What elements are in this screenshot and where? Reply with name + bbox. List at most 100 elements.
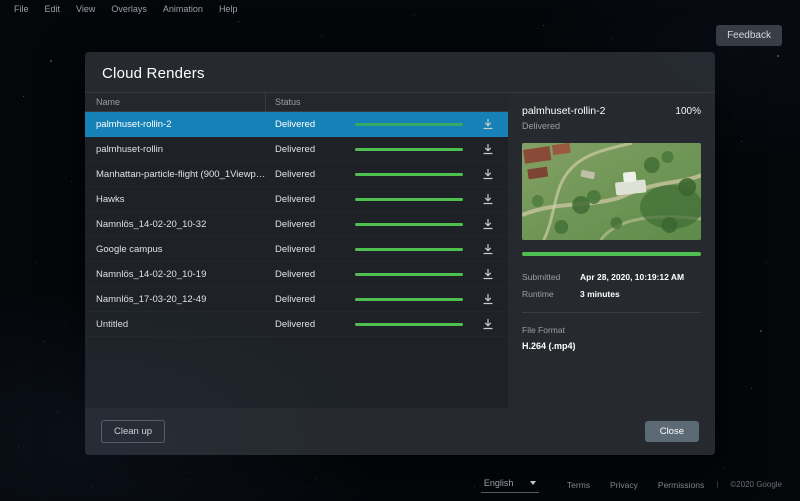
render-progress-track <box>355 123 463 126</box>
detail-render-name: palmhuset-rollin-2 <box>522 105 605 117</box>
aerial-park-image <box>522 143 701 240</box>
chevron-down-icon <box>530 481 536 485</box>
render-name: Untitled <box>85 319 266 330</box>
render-progress-bar <box>355 273 463 276</box>
table-header: Name Status <box>85 93 508 112</box>
render-progress-track <box>355 173 463 176</box>
download-button[interactable] <box>482 268 494 280</box>
download-button[interactable] <box>482 243 494 255</box>
render-status: Delivered <box>266 169 355 180</box>
render-name: Hawks <box>85 194 266 205</box>
renders-table: Name Status palmhuset-rollin-2 Delivered… <box>85 93 508 408</box>
download-icon <box>482 168 494 180</box>
close-button[interactable]: Close <box>645 421 699 442</box>
render-progress-bar <box>355 323 463 326</box>
download-icon <box>482 118 494 130</box>
render-progress-bar <box>355 198 463 201</box>
download-icon <box>482 143 494 155</box>
render-progress-bar <box>355 223 463 226</box>
table-row[interactable]: Manhattan-particle-flight (900_1Viewport… <box>85 162 508 187</box>
page-footer: English Terms Privacy Permissions | ©2020 … <box>0 476 800 493</box>
detail-percent: 100% <box>675 106 701 117</box>
column-header-status: Status <box>266 97 301 107</box>
render-progress-track <box>355 148 463 151</box>
menu-item-view[interactable]: View <box>76 4 95 14</box>
terms-link[interactable]: Terms <box>567 480 590 490</box>
menu-item-file[interactable]: File <box>14 4 29 14</box>
table-row[interactable]: Namnlös_17-03-20_12-49 Delivered <box>85 287 508 312</box>
render-progress-track <box>355 223 463 226</box>
runtime-value: 3 minutes <box>580 289 701 299</box>
table-row[interactable]: Google campus Delivered <box>85 237 508 262</box>
render-status: Delivered <box>266 244 355 255</box>
download-button[interactable] <box>482 168 494 180</box>
render-name: Google campus <box>85 244 266 255</box>
download-icon <box>482 218 494 230</box>
render-details-panel: palmhuset-rollin-2 100% Delivered <box>508 93 715 408</box>
menu-item-animation[interactable]: Animation <box>163 4 203 14</box>
download-button[interactable] <box>482 218 494 230</box>
download-button[interactable] <box>482 143 494 155</box>
render-progress-track <box>355 248 463 251</box>
menu-bar: File Edit View Overlays Animation Help <box>0 0 800 17</box>
clean-up-button[interactable]: Clean up <box>101 420 165 443</box>
footer-links: Terms Privacy Permissions <box>567 480 704 490</box>
privacy-link[interactable]: Privacy <box>610 480 638 490</box>
detail-progress-bar <box>522 252 701 256</box>
menu-item-edit[interactable]: Edit <box>45 4 61 14</box>
language-selector[interactable]: English <box>481 476 539 493</box>
render-status: Delivered <box>266 269 355 280</box>
file-format-label: File Format <box>522 325 701 335</box>
dialog-content: Name Status palmhuset-rollin-2 Delivered… <box>85 92 715 408</box>
render-progress-track <box>355 298 463 301</box>
dialog-footer: Clean up Close <box>85 408 715 455</box>
render-status: Delivered <box>266 294 355 305</box>
column-header-name: Name <box>85 93 266 111</box>
download-button[interactable] <box>482 118 494 130</box>
submitted-value: Apr 28, 2020, 10:19:12 AM <box>580 272 701 282</box>
render-progress-bar <box>355 298 463 301</box>
feedback-button[interactable]: Feedback <box>716 25 782 46</box>
cloud-renders-dialog: Cloud Renders Name Status palmhuset-roll… <box>85 52 715 455</box>
table-row[interactable]: Namnlös_14-02-20_10-32 Delivered <box>85 212 508 237</box>
render-name: Manhattan-particle-flight (900_1Viewport… <box>85 169 266 180</box>
table-row[interactable]: palmhuset-rollin Delivered <box>85 137 508 162</box>
render-progress-bar <box>355 123 463 126</box>
dialog-title: Cloud Renders <box>102 65 205 82</box>
render-progress-track <box>355 323 463 326</box>
download-icon <box>482 268 494 280</box>
render-progress-bar <box>355 173 463 176</box>
footer-separator: | <box>716 480 718 489</box>
table-row[interactable]: Hawks Delivered <box>85 187 508 212</box>
permissions-link[interactable]: Permissions <box>658 480 704 490</box>
render-name: palmhuset-rollin <box>85 144 266 155</box>
render-status: Delivered <box>266 144 355 155</box>
download-button[interactable] <box>482 293 494 305</box>
render-progress-track <box>355 273 463 276</box>
download-icon <box>482 293 494 305</box>
render-progress-bar <box>355 148 463 151</box>
file-format-value: H.264 (.mp4) <box>522 341 701 351</box>
table-row[interactable]: Untitled Delivered <box>85 312 508 337</box>
render-name: Namnlös_14-02-20_10-32 <box>85 219 266 230</box>
download-button[interactable] <box>482 193 494 205</box>
render-name: Namnlös_17-03-20_12-49 <box>85 294 266 305</box>
detail-status: Delivered <box>522 121 701 131</box>
download-button[interactable] <box>482 318 494 330</box>
copyright: ©2020 Google <box>730 480 782 489</box>
menu-item-overlays[interactable]: Overlays <box>111 4 147 14</box>
language-label: English <box>484 478 514 488</box>
submitted-label: Submitted <box>522 272 580 282</box>
render-status: Delivered <box>266 319 355 330</box>
download-icon <box>482 243 494 255</box>
table-row[interactable]: palmhuset-rollin-2 Delivered <box>85 112 508 137</box>
render-thumbnail <box>522 143 701 240</box>
runtime-label: Runtime <box>522 289 580 299</box>
render-name: palmhuset-rollin-2 <box>85 119 266 130</box>
table-row[interactable]: Namnlös_14-02-20_10-19 Delivered <box>85 262 508 287</box>
render-name: Namnlös_14-02-20_10-19 <box>85 269 266 280</box>
details-divider <box>522 312 701 313</box>
menu-item-help[interactable]: Help <box>219 4 238 14</box>
download-icon <box>482 318 494 330</box>
render-status: Delivered <box>266 119 355 130</box>
